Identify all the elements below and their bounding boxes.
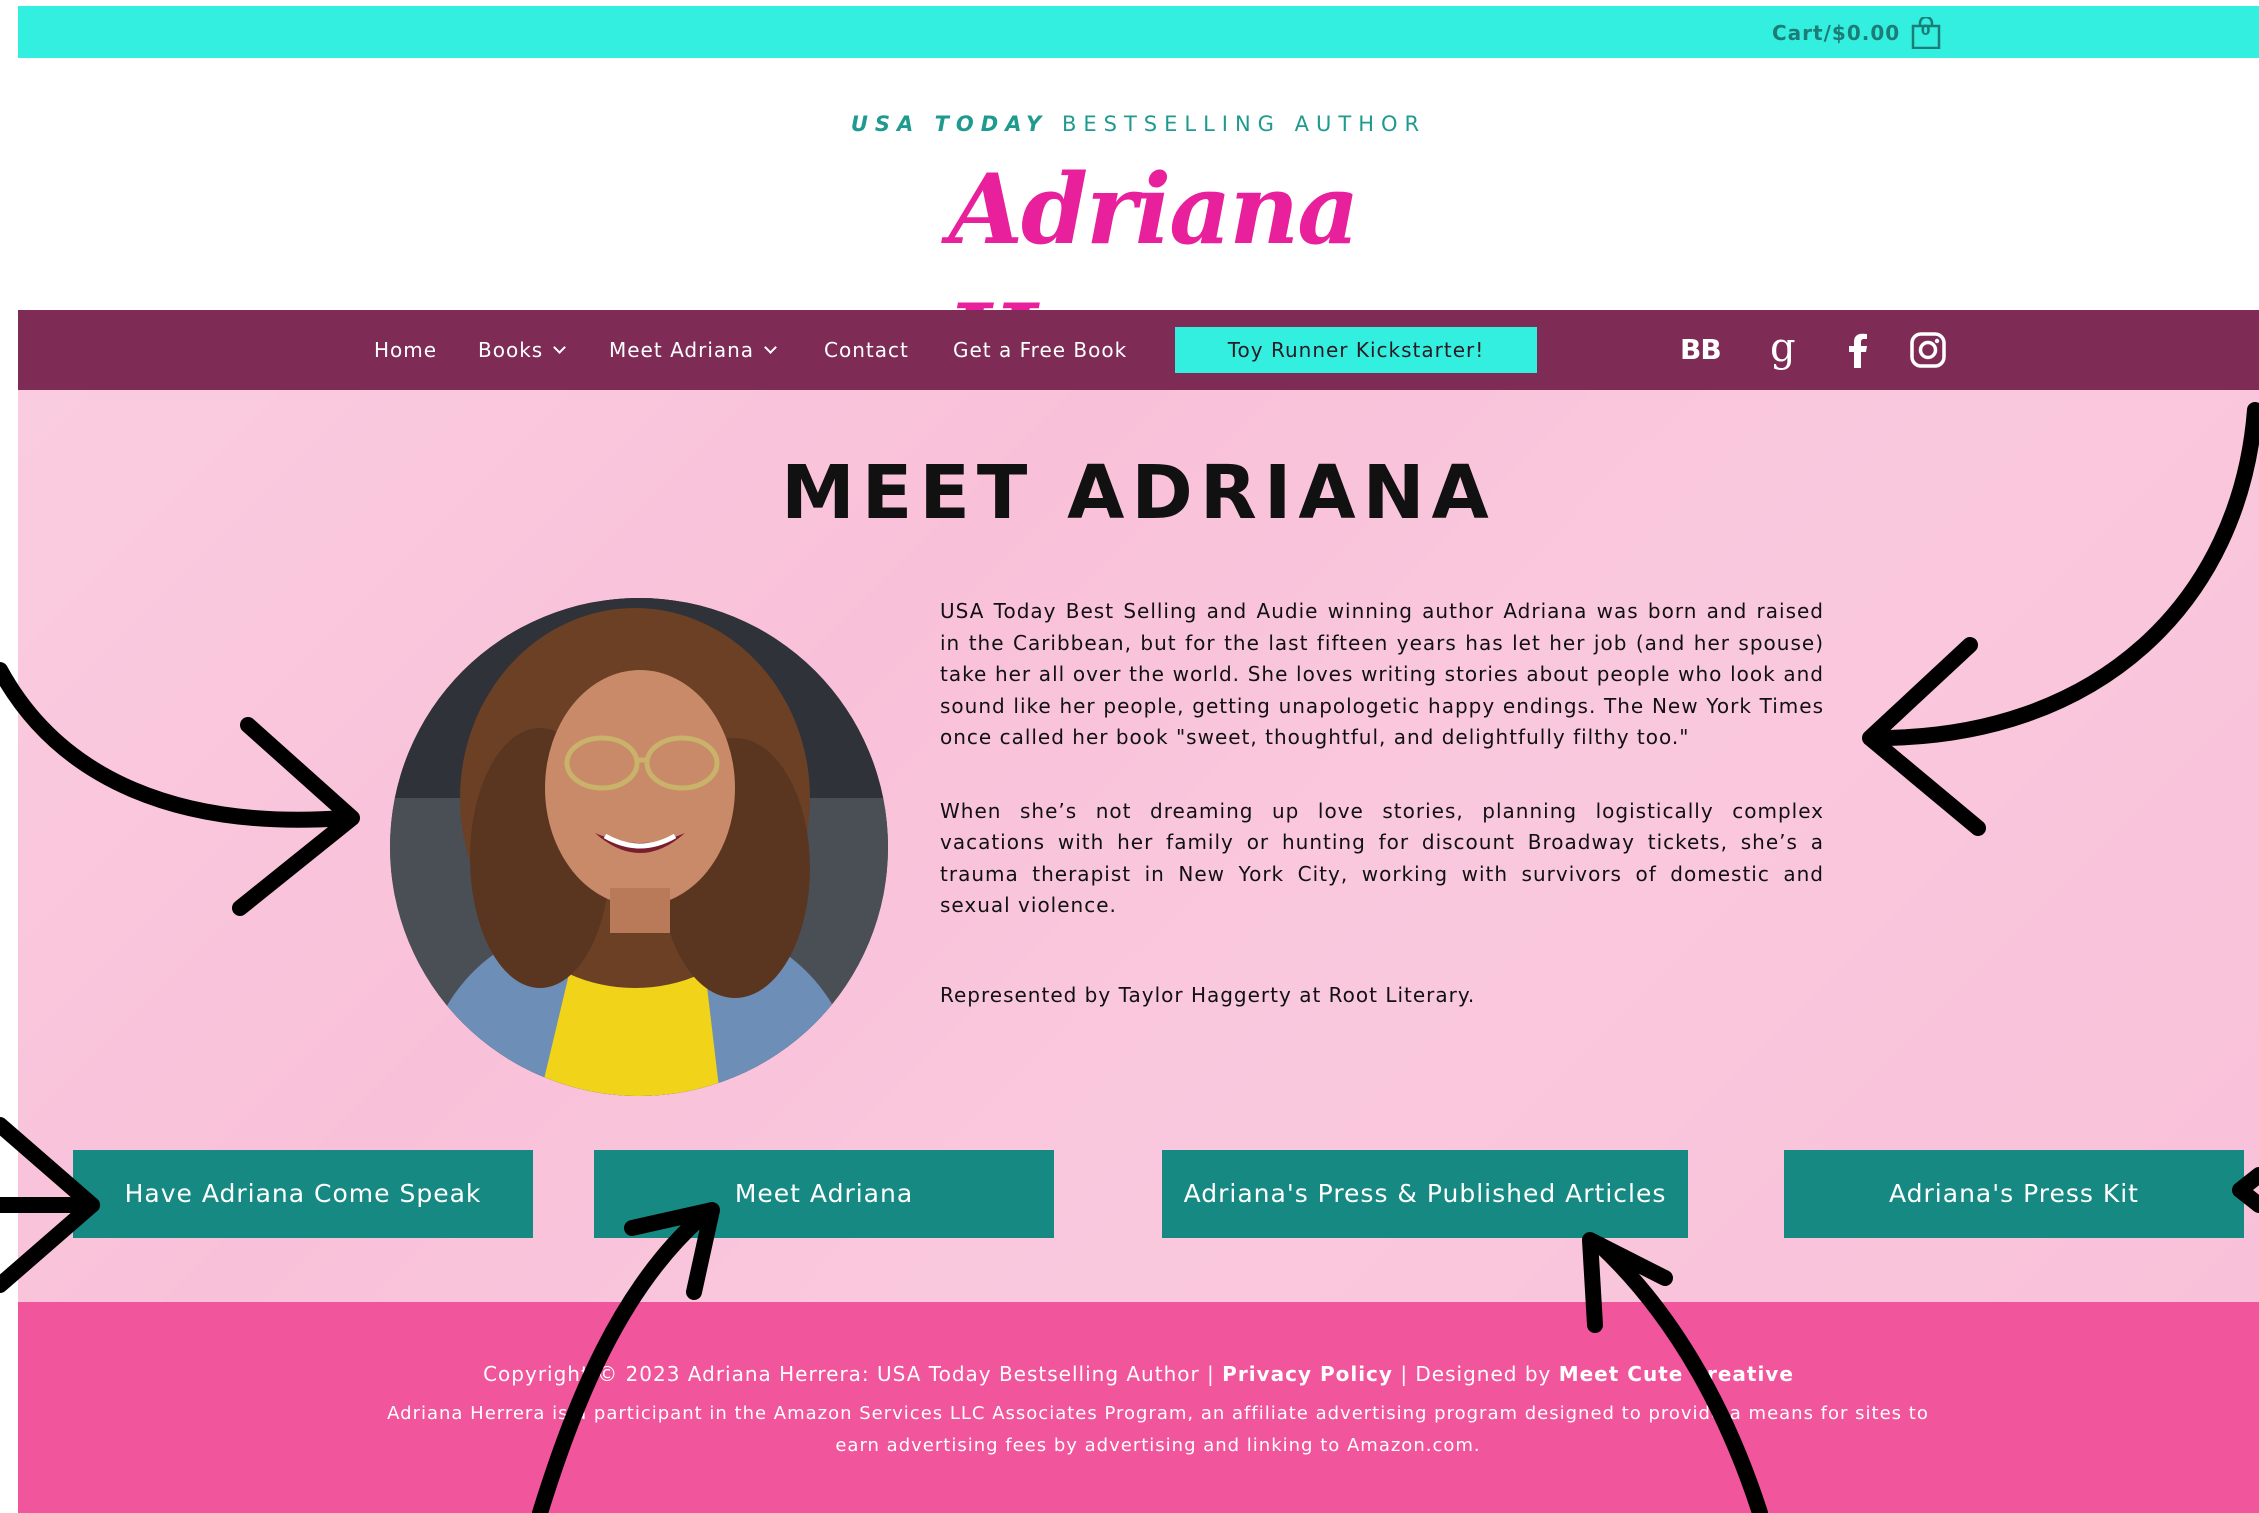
bio-paragraph: USA Today Best Selling and Audie winning…: [940, 599, 1824, 749]
cart-count: 0: [1920, 23, 1932, 39]
meet-adriana-button[interactable]: Meet Adriana: [594, 1150, 1054, 1238]
privacy-policy-link[interactable]: Privacy Policy: [1222, 1362, 1393, 1386]
goodreads-icon[interactable]: g: [1770, 328, 1796, 370]
tagline-rest: BESTSELLING AUTHOR: [1061, 112, 1427, 136]
chevron-down-icon: [553, 341, 567, 354]
bookbub-icon[interactable]: BB: [1680, 330, 1722, 370]
nav-free-book[interactable]: Get a Free Book: [953, 310, 1127, 390]
bio-paragraph: When she’s not dreaming up love stories,…: [940, 798, 1824, 918]
site-logo[interactable]: Adriana Herrera: [763, 145, 1543, 396]
designer-link[interactable]: Meet Cute Creative: [1559, 1362, 1794, 1386]
nav-meet-adriana-label: Meet Adriana: [609, 338, 755, 362]
site-footer: Copyright © 2023 Adriana Herrera: USA To…: [18, 1302, 2259, 1513]
amazon-disclosure: Adriana Herrera is a participant in the …: [387, 1403, 1929, 1456]
author-photo: [390, 598, 888, 1096]
shopping-bag-icon: 0: [1910, 15, 1942, 50]
kickstarter-button[interactable]: Toy Runner Kickstarter!: [1175, 327, 1537, 373]
facebook-icon[interactable]: [1838, 330, 1878, 370]
press-kit-button[interactable]: Adriana's Press Kit: [1784, 1150, 2244, 1238]
press-articles-button[interactable]: Adriana's Press & Published Articles: [1162, 1150, 1688, 1238]
tagline: USA TODAY BESTSELLING AUTHOR: [18, 112, 2259, 136]
meet-section: MEET ADRIANA USA Today Best Selling and …: [18, 390, 2259, 1302]
designed-by-text: | Designed by: [1400, 1362, 1552, 1386]
main-nav: Home Books Meet Adriana Contact Get a Fr…: [18, 310, 2259, 390]
nav-meet-adriana[interactable]: Meet Adriana: [609, 310, 777, 390]
nav-books[interactable]: Books: [478, 310, 567, 390]
nav-books-label: Books: [478, 338, 544, 362]
chevron-down-icon: [764, 341, 777, 354]
author-bio: USA Today Best Selling and Audie winning…: [940, 596, 1824, 1053]
page-title: MEET ADRIANA: [781, 450, 1496, 536]
nav-contact[interactable]: Contact: [824, 310, 909, 390]
copyright-line: Copyright © 2023 Adriana Herrera: USA To…: [18, 1362, 2259, 1386]
representation-text: Represented by Taylor Haggerty at Root L…: [940, 982, 1476, 1007]
cart-link[interactable]: Cart/$0.00 0: [1772, 15, 1942, 50]
page: Cart/$0.00 0 USA TODAY BESTSELLING AUTHO…: [18, 0, 2259, 1513]
cart-label: Cart/$0.00: [1772, 21, 1901, 45]
speak-button[interactable]: Have Adriana Come Speak: [73, 1150, 533, 1238]
top-bar: Cart/$0.00 0: [18, 6, 2259, 58]
instagram-icon[interactable]: [1908, 330, 1948, 370]
tagline-strong: USA TODAY: [850, 112, 1049, 136]
nav-home[interactable]: Home: [374, 310, 437, 390]
copyright-text: Copyright © 2023 Adriana Herrera: USA To…: [483, 1362, 1215, 1386]
